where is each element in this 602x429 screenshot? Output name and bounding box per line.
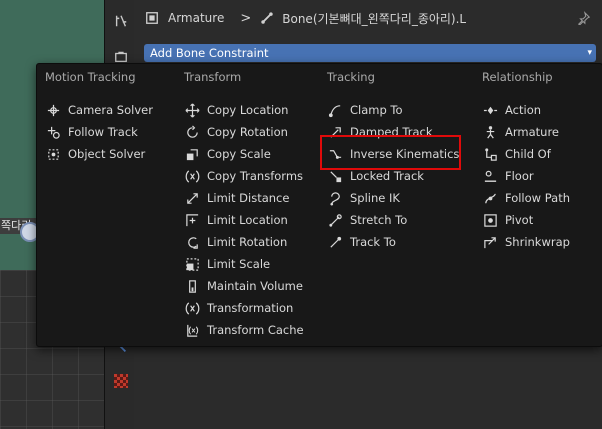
menu-item-track-to[interactable]: Track To bbox=[327, 231, 396, 253]
copy-location-icon bbox=[184, 102, 200, 118]
menu-item-label: Copy Scale bbox=[207, 147, 271, 161]
shrinkwrap-icon bbox=[482, 234, 498, 250]
texture-icon[interactable] bbox=[114, 374, 128, 388]
menu-item-label: Action bbox=[505, 103, 542, 117]
menu-item-shrinkwrap[interactable]: Shrinkwrap bbox=[482, 231, 570, 253]
limit-scale-icon bbox=[184, 256, 200, 272]
column-header-transform: Transform bbox=[184, 70, 242, 84]
add-bone-constraint-dropdown[interactable]: Add Bone Constraint ▾ bbox=[144, 44, 596, 62]
locked-track-icon bbox=[327, 168, 343, 184]
column-header-motion-tracking: Motion Tracking bbox=[45, 70, 136, 84]
menu-item-label: Limit Location bbox=[207, 213, 288, 227]
menu-item-child-of[interactable]: Child Of bbox=[482, 143, 551, 165]
add-bone-constraint-label: Add Bone Constraint bbox=[150, 46, 269, 60]
tool-settings-icon[interactable] bbox=[114, 14, 128, 28]
menu-item-pivot[interactable]: Pivot bbox=[482, 209, 533, 231]
menu-item-limit-scale[interactable]: Limit Scale bbox=[184, 253, 270, 275]
menu-item-copy-scale[interactable]: Copy Scale bbox=[184, 143, 271, 165]
child-of-icon bbox=[482, 146, 498, 162]
action-icon bbox=[482, 102, 498, 118]
menu-item-limit-rotation[interactable]: Limit Rotation bbox=[184, 231, 287, 253]
menu-item-label: Shrinkwrap bbox=[505, 235, 570, 249]
menu-item-action[interactable]: Action bbox=[482, 99, 541, 121]
transform-cache-icon bbox=[184, 322, 200, 338]
menu-item-label: Transformation bbox=[207, 301, 294, 315]
menu-item-label: Follow Track bbox=[68, 125, 138, 139]
render-icon[interactable] bbox=[114, 50, 128, 64]
menu-item-copy-location[interactable]: Copy Location bbox=[184, 99, 288, 121]
menu-item-label: Camera Solver bbox=[68, 103, 153, 117]
limit-location-icon bbox=[184, 212, 200, 228]
chevron-down-icon: ▾ bbox=[587, 48, 592, 58]
maintain-volume-icon bbox=[184, 278, 200, 294]
menu-item-copy-rotation[interactable]: Copy Rotation bbox=[184, 121, 288, 143]
clamp-to-icon bbox=[327, 102, 343, 118]
limit-distance-icon bbox=[184, 190, 200, 206]
menu-item-label: Object Solver bbox=[68, 147, 146, 161]
menu-item-stretch-to[interactable]: Stretch To bbox=[327, 209, 407, 231]
pivot-icon bbox=[482, 212, 498, 228]
copy-rotation-icon bbox=[184, 124, 200, 140]
menu-item-label: Track To bbox=[350, 235, 396, 249]
menu-item-copy-transforms[interactable]: Copy Transforms bbox=[184, 165, 303, 187]
menu-item-label: Locked Track bbox=[350, 169, 424, 183]
object-solver-icon bbox=[45, 146, 61, 162]
menu-item-label: Copy Location bbox=[207, 103, 289, 117]
menu-item-limit-distance[interactable]: Limit Distance bbox=[184, 187, 289, 209]
menu-item-label: Pivot bbox=[505, 213, 534, 227]
add-constraint-menu: Motion Tracking Camera Solver Follow Tra… bbox=[36, 63, 602, 347]
breadcrumb-bone-name[interactable]: Bone(기본뼈대_왼쪽다리_종아리).L bbox=[282, 10, 466, 27]
menu-item-label: Transform Cache bbox=[207, 323, 304, 337]
menu-item-label: Clamp To bbox=[350, 103, 403, 117]
follow-track-icon bbox=[45, 124, 61, 140]
follow-path-icon bbox=[482, 190, 498, 206]
track-to-icon bbox=[327, 234, 343, 250]
pin-icon[interactable] bbox=[576, 10, 592, 26]
menu-item-label: Limit Scale bbox=[207, 257, 271, 271]
menu-item-armature[interactable]: Armature bbox=[482, 121, 559, 143]
menu-item-label: Follow Path bbox=[505, 191, 570, 205]
menu-item-label: Copy Rotation bbox=[207, 125, 288, 139]
menu-item-label: Child Of bbox=[505, 147, 551, 161]
column-header-tracking: Tracking bbox=[327, 70, 375, 84]
menu-item-spline-ik[interactable]: Spline IK bbox=[327, 187, 400, 209]
floor-icon bbox=[482, 168, 498, 184]
menu-item-clamp-to[interactable]: Clamp To bbox=[327, 99, 403, 121]
menu-item-label: Copy Transforms bbox=[207, 169, 304, 183]
stretch-to-icon bbox=[327, 212, 343, 228]
menu-item-label: Limit Rotation bbox=[207, 235, 288, 249]
copy-scale-icon bbox=[184, 146, 200, 162]
properties-header: Armature > Bone(기본뼈대_왼쪽다리_종아리).L bbox=[134, 4, 602, 32]
menu-item-transformation[interactable]: Transformation bbox=[184, 297, 293, 319]
menu-item-maintain-volume[interactable]: Maintain Volume bbox=[184, 275, 303, 297]
menu-item-label: Stretch To bbox=[350, 213, 408, 227]
menu-item-follow-track[interactable]: Follow Track bbox=[45, 121, 138, 143]
menu-item-label: Maintain Volume bbox=[207, 279, 303, 293]
menu-item-label: Limit Distance bbox=[207, 191, 290, 205]
column-header-relationship: Relationship bbox=[482, 70, 553, 84]
menu-item-label: Floor bbox=[505, 169, 534, 183]
menu-item-limit-location[interactable]: Limit Location bbox=[184, 209, 288, 231]
bone-icon bbox=[259, 10, 275, 26]
camera-solver-icon bbox=[45, 102, 61, 118]
highlight-annotation-box bbox=[320, 135, 461, 170]
menu-item-label: Spline IK bbox=[350, 191, 400, 205]
menu-item-follow-path[interactable]: Follow Path bbox=[482, 187, 570, 209]
menu-item-camera-solver[interactable]: Camera Solver bbox=[45, 99, 153, 121]
menu-item-transform-cache[interactable]: Transform Cache bbox=[184, 319, 304, 341]
menu-item-object-solver[interactable]: Object Solver bbox=[45, 143, 145, 165]
menu-item-label: Armature bbox=[505, 125, 559, 139]
armature-icon bbox=[482, 124, 498, 140]
transformation-icon bbox=[184, 300, 200, 316]
menu-item-floor[interactable]: Floor bbox=[482, 165, 534, 187]
breadcrumb-separator-icon: > bbox=[240, 10, 252, 26]
limit-rotation-icon bbox=[184, 234, 200, 250]
spline-ik-icon bbox=[327, 190, 343, 206]
armature-data-icon bbox=[144, 10, 160, 26]
breadcrumb-object-name[interactable]: Armature bbox=[168, 11, 224, 25]
copy-transforms-icon bbox=[184, 168, 200, 184]
